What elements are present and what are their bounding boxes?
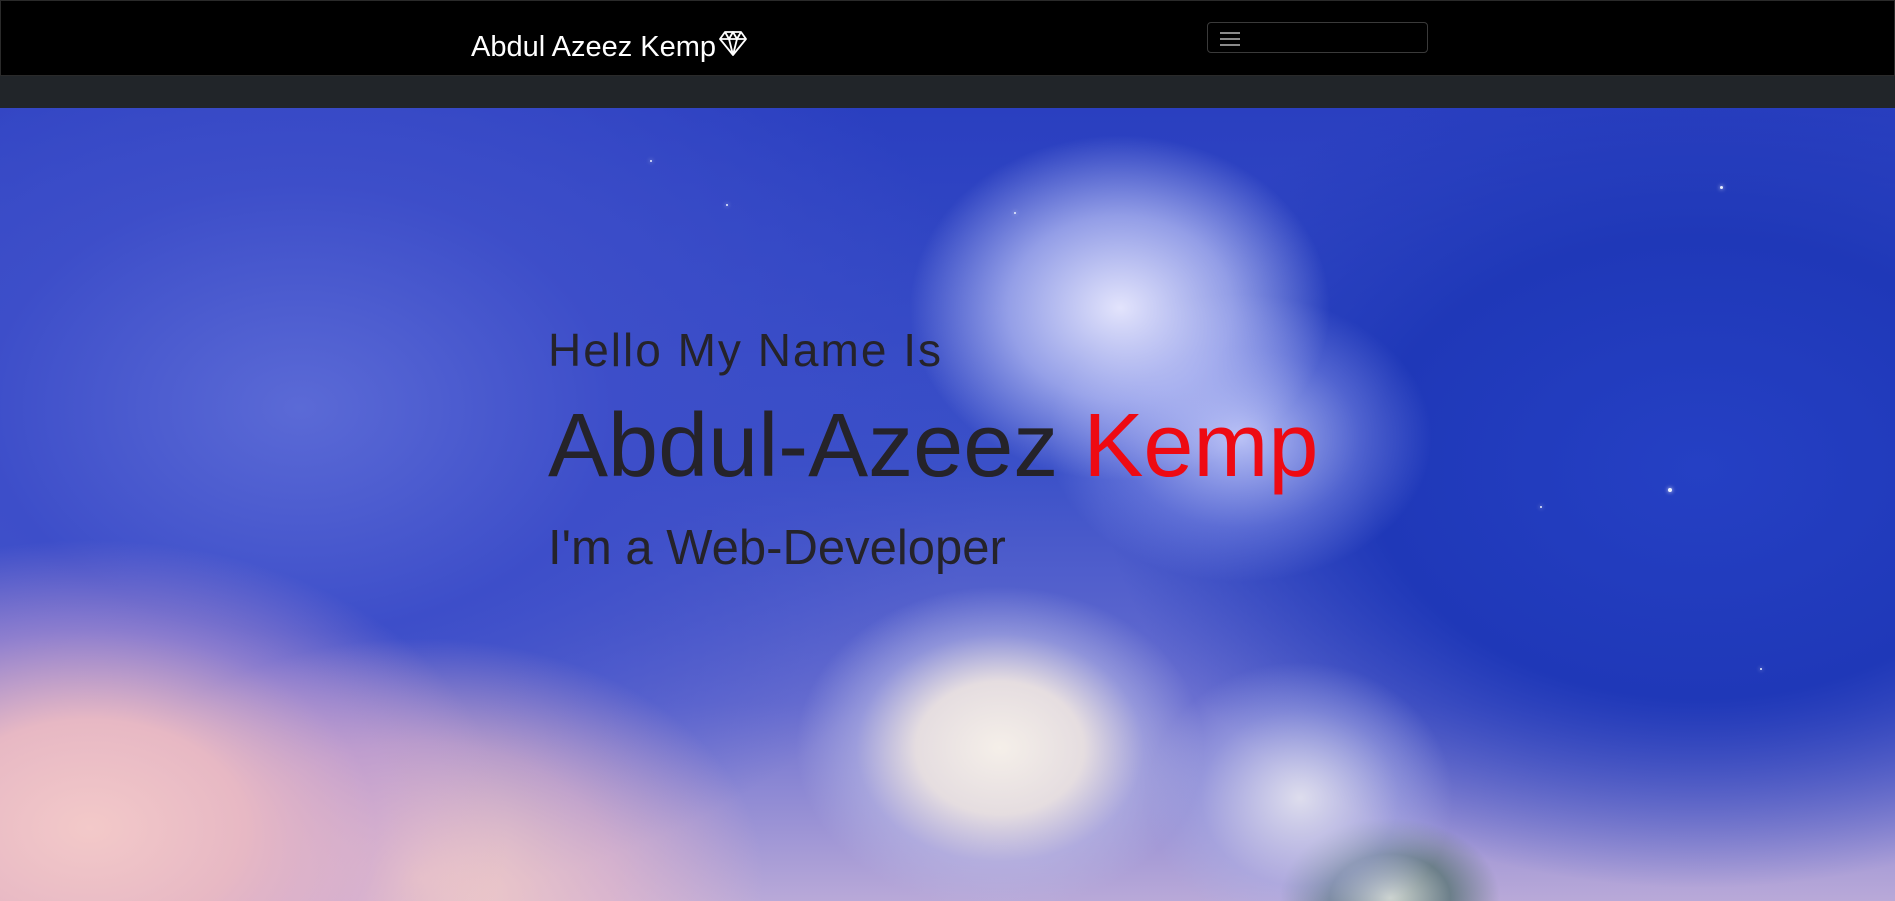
brand-link[interactable]: Abdul Azeez Kemp <box>471 29 748 65</box>
navbar: Abdul Azeez Kemp <box>0 0 1895 76</box>
star-decoration <box>1540 506 1542 508</box>
gem-icon <box>718 29 748 57</box>
star-decoration <box>1720 186 1723 189</box>
hero-first-name: Abdul-Azeez <box>548 396 1059 496</box>
star-decoration <box>1668 488 1672 492</box>
hamburger-icon <box>1220 32 1240 46</box>
hero-greeting: Hello My Name Is <box>548 324 943 376</box>
navbar-toggler-button[interactable] <box>1207 22 1428 53</box>
navbar-collapse-bar <box>0 76 1895 108</box>
hero-last-name: Kemp <box>1083 396 1319 496</box>
hero-name: Abdul-Azeez Kemp <box>548 394 1318 498</box>
star-decoration <box>1760 668 1762 670</box>
brand-name: Abdul Azeez Kemp <box>471 31 717 63</box>
star-decoration <box>1014 212 1016 214</box>
star-decoration <box>650 160 652 162</box>
hero-role: I'm a Web-Developer <box>548 521 1006 575</box>
star-decoration <box>726 204 728 206</box>
hero-section: Hello My Name Is Abdul-Azeez Kemp I'm a … <box>0 108 1895 901</box>
